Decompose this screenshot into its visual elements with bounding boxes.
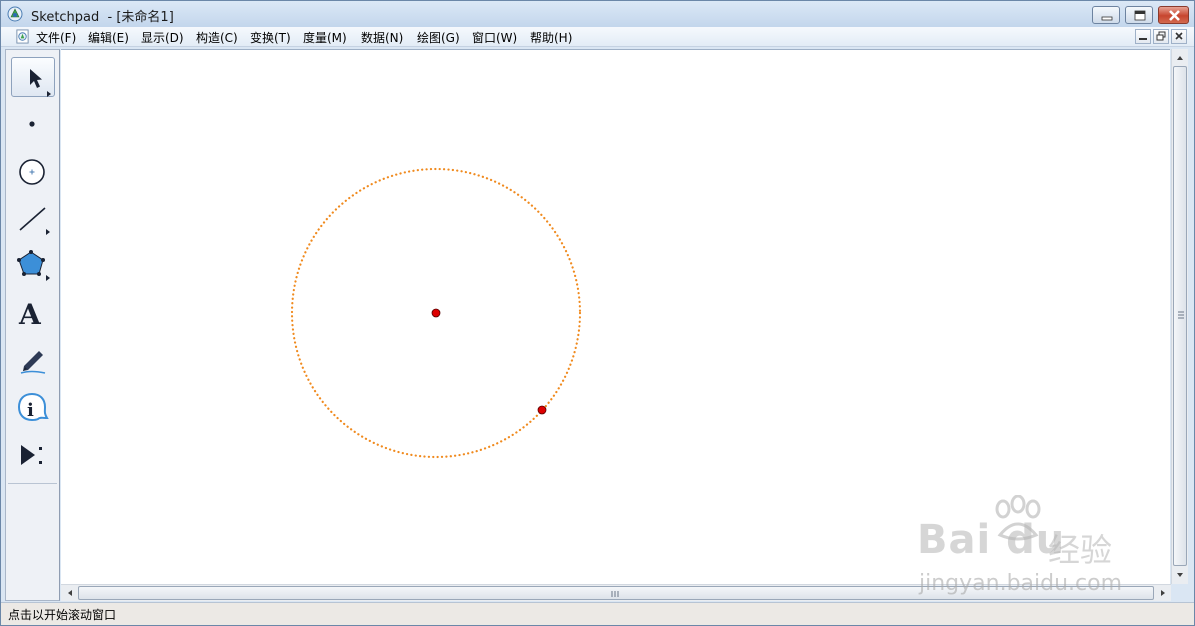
grip-icon [1178,311,1184,319]
watermark-url: jingyan.baidu.com [919,571,1123,596]
information-tool[interactable]: i [11,389,55,429]
marker-tool[interactable] [11,341,55,381]
sketchpad-logo-icon [7,6,23,22]
minimize-icon [1101,16,1113,21]
polygon-tool[interactable] [11,246,55,286]
menu-measure[interactable]: 度量(M) [303,29,347,46]
menu-help[interactable]: 帮助(H) [530,29,572,46]
menu-edit[interactable]: 编辑(E) [88,29,129,46]
circle-point[interactable] [537,405,547,415]
close-icon [1169,10,1180,21]
selection-arrow-tool[interactable] [11,57,55,97]
text-A-icon: A [18,298,42,331]
close-button[interactable] [1158,6,1189,24]
toolbox-separator [8,483,57,484]
play-icon [21,445,42,465]
watermark-logo-text: Bai du [917,517,1066,563]
title-bar: Sketchpad - [未命名1] [1,1,1194,27]
menu-graph[interactable]: 绘图(G) [417,29,460,46]
menu-number[interactable]: 数据(N) [361,29,403,46]
minimize-icon [1139,38,1147,40]
toolbox: A i [5,49,60,601]
close-icon [1175,32,1183,40]
straightedge-tool[interactable] [11,199,55,239]
restore-icon [1156,31,1166,41]
watermark-cn-text: 经验 [1048,531,1113,569]
mdi-close-button[interactable] [1171,29,1187,44]
info-icon: i [17,392,49,422]
point-tool[interactable] [11,104,55,144]
segment-icon [19,207,50,235]
text-tool[interactable]: A [11,294,55,334]
restore-button[interactable] [1125,6,1153,24]
arrow-icon [30,69,51,97]
menu-window[interactable]: 窗口(W) [472,29,517,46]
status-bar: 点击以开始滚动窗口 [1,602,1194,625]
compass-tool[interactable] [11,152,55,192]
pen-icon [20,351,46,374]
minimize-button[interactable] [1092,6,1120,24]
svg-text:A: A [18,298,42,331]
scroll-right-icon[interactable] [1157,587,1169,599]
status-text: 点击以开始滚动窗口 [8,608,117,622]
svg-text:i: i [27,400,34,421]
menu-transform[interactable]: 变换(T) [250,29,291,46]
scroll-down-icon[interactable] [1174,569,1186,581]
menu-display[interactable]: 显示(D) [141,29,184,46]
menu-bar: 文件(F) 编辑(E) 显示(D) 构造(C) 变换(T) 度量(M) 数据(N… [1,27,1194,47]
baidu-jingyan-watermark: Bai du 经验 jingyan.baidu.com [913,495,1133,601]
center-point[interactable] [431,308,441,318]
point-icon [29,121,35,127]
vertical-scrollbar[interactable] [1171,49,1188,584]
pentagon-icon [17,250,50,281]
restore-icon [1134,10,1146,21]
circle-icon [19,159,45,185]
mdi-minimize-button[interactable] [1135,29,1151,44]
application-window: Sketchpad - [未命名1] 文件(F) 编辑(E) 显示(D) 构造(… [0,0,1195,626]
scroll-up-icon[interactable] [1174,52,1186,64]
document-icon[interactable] [15,29,30,44]
menu-file[interactable]: 文件(F) [36,29,76,46]
vertical-scroll-thumb[interactable] [1173,66,1187,566]
window-title: Sketchpad - [未命名1] [31,10,174,25]
menu-construct[interactable]: 构造(C) [196,29,238,46]
mdi-restore-button[interactable] [1153,29,1169,44]
custom-tool[interactable] [11,436,55,476]
scroll-left-icon[interactable] [64,587,76,599]
